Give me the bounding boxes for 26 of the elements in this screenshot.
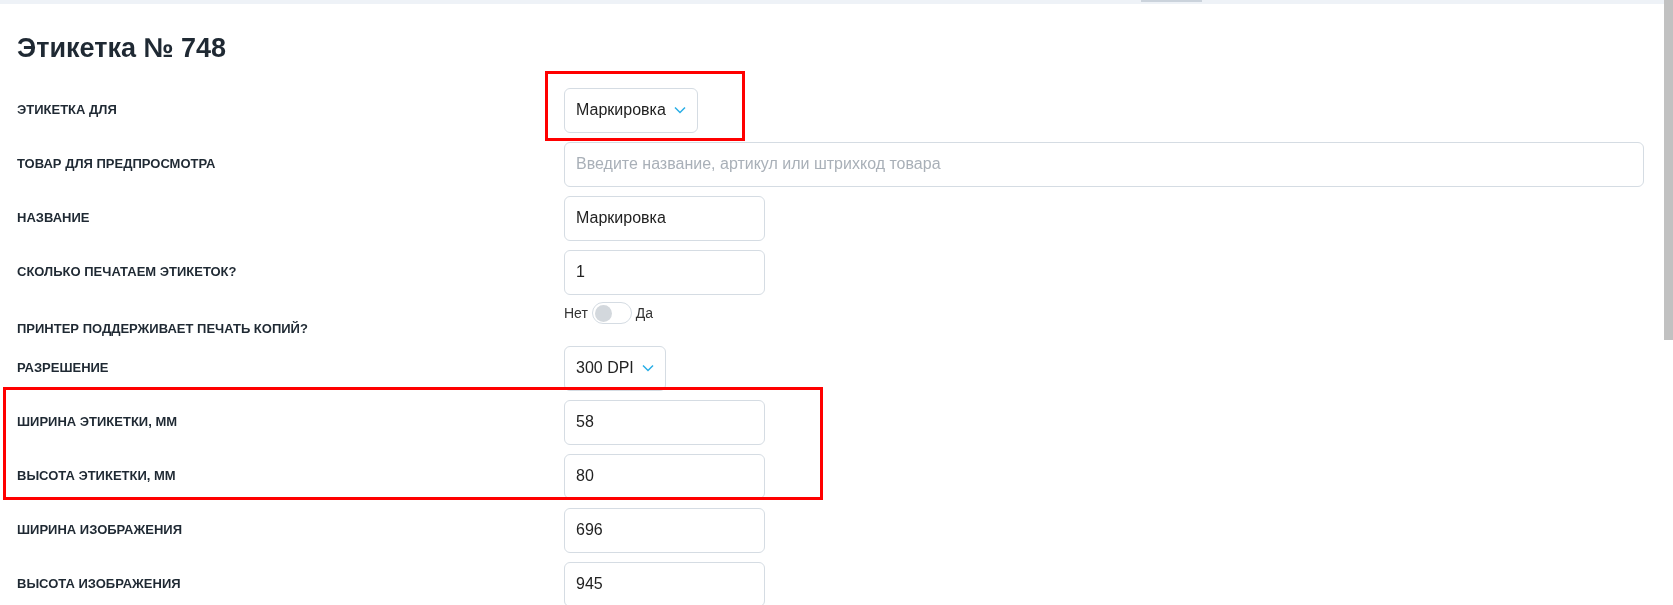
input-field[interactable]: Маркировка: [564, 195, 765, 241]
field-label: ШИРИНА ЭТИКЕТКИ, ММ: [17, 413, 179, 432]
field-label: РАЗРЕШЕНИЕ: [17, 359, 110, 378]
input-field[interactable]: 945: [564, 561, 765, 605]
scrollbar[interactable]: [1664, 0, 1673, 340]
field-label: ШИРИНА ИЗОБРАЖЕНИЯ: [17, 521, 183, 540]
toggle-switch[interactable]: [591, 302, 632, 324]
dropdown[interactable]: 300 DPI: [564, 345, 666, 391]
field-label: ВЫСОТА ИЗОБРАЖЕНИЯ: [17, 575, 182, 594]
chevron-down-icon: [641, 364, 654, 372]
input-field[interactable]: 58: [564, 399, 765, 445]
search-field[interactable]: Введите название, артикул или штрихкод товара: [564, 141, 1644, 187]
field-label: НАЗВАНИЕ: [17, 209, 91, 228]
toggle-label: Да: [635, 303, 654, 323]
input-field[interactable]: 1: [564, 249, 765, 295]
page-title: Этикетка № 748: [17, 32, 228, 65]
field-label: СКОЛЬКО ПЕЧАТАЕМ ЭТИКЕТОК?: [17, 263, 238, 282]
toggle-label: Нет: [564, 303, 588, 323]
input-field[interactable]: 696: [564, 507, 765, 553]
field-label: ЭТИКЕТКА ДЛЯ: [17, 101, 118, 120]
input-field[interactable]: 80: [564, 453, 765, 499]
field-label: ТОВАР ДЛЯ ПРЕДПРОСМОТРА: [17, 155, 217, 174]
field-label: ПРИНТЕР ПОДДЕРЖИВАЕТ ПЕЧАТЬ КОПИЙ?: [17, 319, 309, 338]
chevron-down-icon: [673, 106, 686, 114]
dropdown[interactable]: Маркировка: [564, 87, 698, 133]
field-label: ВЫСОТА ЭТИКЕТКИ, ММ: [17, 467, 177, 486]
